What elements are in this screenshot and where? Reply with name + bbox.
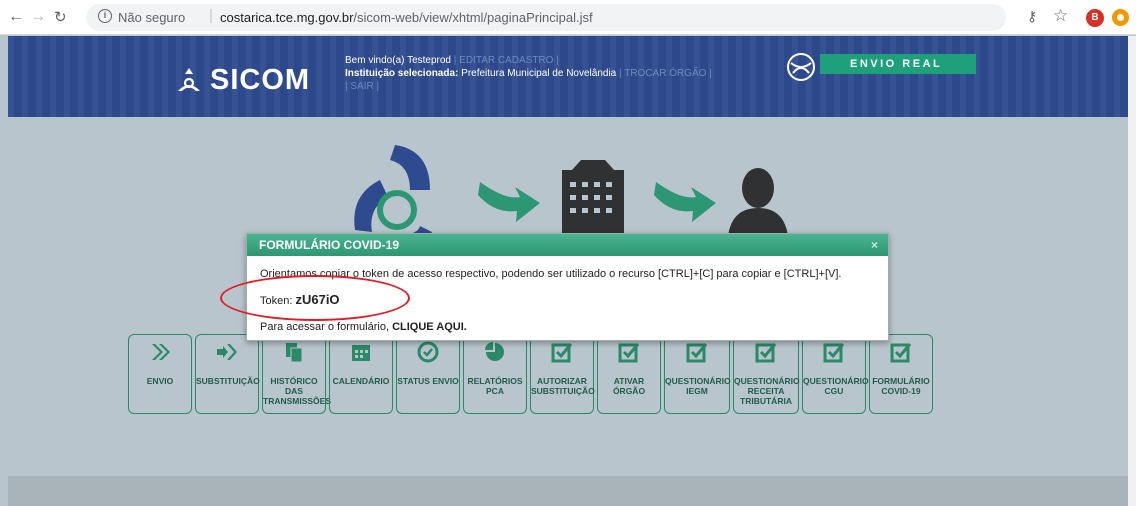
tile-label: CALENDÁRIO xyxy=(332,376,390,386)
footer-bar xyxy=(8,476,1128,506)
tile-autorizar-substituicao[interactable]: AUTORIZAR SUBSTITUIÇÃO xyxy=(530,334,595,414)
tile-formulario-covid[interactable]: FORMULÁRIO COVID-19 xyxy=(869,334,933,414)
arrow-chevron-icon xyxy=(217,344,237,360)
tile-label: RELATÓRIOS PCA xyxy=(467,376,523,396)
tile-questionario-receita-tributaria[interactable]: QUESTIONÁRIO RECEITA TRIBUTÁRIA xyxy=(733,334,800,414)
double-chevron-icon xyxy=(152,344,170,360)
page-scrollbar[interactable] xyxy=(1128,36,1136,506)
tile-label: STATUS ENVIO xyxy=(397,376,459,386)
tile-label: HISTÓRICO DAS TRANSMISSÕES xyxy=(263,376,332,406)
tile-questionario-cgu[interactable]: QUESTIONÁRIO CGU xyxy=(802,334,869,414)
tile-label: QUESTIONÁRIO RECEITA TRIBUTÁRIA xyxy=(734,376,800,406)
close-icon[interactable]: × xyxy=(871,238,878,252)
access-form-link[interactable]: CLIQUE AQUI. xyxy=(392,321,467,333)
tile-label: ENVIO xyxy=(146,376,174,386)
pie-chart-icon xyxy=(485,342,504,361)
access-prefix: Para acessar o formulário, xyxy=(260,321,393,333)
arrow-right-icon-2 xyxy=(654,182,716,222)
checkbox-icon xyxy=(755,343,777,363)
tile-relatorios-pca[interactable]: RELATÓRIOS PCA xyxy=(463,334,527,414)
tile-label: QUESTIONÁRIO CGU xyxy=(803,376,869,396)
arrow-right-icon xyxy=(478,182,540,222)
tile-label: QUESTIONÁRIO IEGM xyxy=(665,376,731,396)
dialog-title: FORMULÁRIO COVID-19 xyxy=(247,234,888,256)
tile-calendario[interactable]: CALENDÁRIO xyxy=(329,334,393,414)
checkbox-icon xyxy=(618,343,640,363)
checkbox-icon xyxy=(823,343,845,363)
tile-substituicao[interactable]: SUBSTITUIÇÃO xyxy=(195,334,260,414)
checkbox-icon xyxy=(686,343,708,363)
tile-status-envio[interactable]: STATUS ENVIO xyxy=(396,334,460,414)
person-icon xyxy=(728,168,788,236)
checkbox-icon xyxy=(890,343,912,363)
access-line: Para acessar o formulário, CLIQUE AQUI. xyxy=(260,321,467,333)
tile-envio[interactable]: ENVIO xyxy=(128,334,192,414)
check-circle-icon xyxy=(417,341,439,363)
tile-ativar-orgao[interactable]: ATIVAR ÓRGÃO xyxy=(597,334,661,414)
tile-label: FORMULÁRIO COVID-19 xyxy=(872,376,930,396)
documents-icon xyxy=(286,343,303,363)
tile-questionario-iegm[interactable]: QUESTIONÁRIO IEGM xyxy=(664,334,731,414)
highlight-annotation xyxy=(220,275,410,321)
calendar-icon xyxy=(352,345,370,361)
tile-label: AUTORIZAR SUBSTITUIÇÃO xyxy=(531,376,595,396)
checkbox-icon xyxy=(551,343,573,363)
tile-label: SUBSTITUIÇÃO xyxy=(196,376,260,386)
tile-historico[interactable]: HISTÓRICO DAS TRANSMISSÕES xyxy=(262,334,332,414)
tile-label: ATIVAR ÓRGÃO xyxy=(612,376,646,396)
